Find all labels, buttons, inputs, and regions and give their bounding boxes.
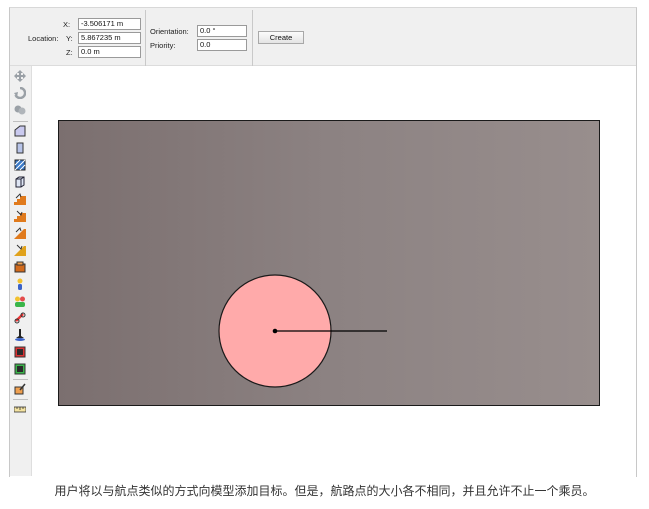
priority-label: Priority: bbox=[150, 41, 176, 50]
group-occupants-icon[interactable] bbox=[14, 295, 26, 307]
obstruction-icon[interactable] bbox=[14, 261, 26, 273]
figure-caption: 用户将以与航点类似的方式向模型添加目标。但是，航路点的大小各不相同，并且允许不止… bbox=[54, 484, 595, 498]
orientation-input[interactable]: 0.0 ° bbox=[197, 25, 247, 37]
x-label: X: bbox=[63, 20, 71, 29]
divider bbox=[145, 10, 146, 66]
door-icon[interactable] bbox=[14, 142, 26, 154]
exit-icon[interactable] bbox=[14, 346, 26, 358]
orientation-label: Orientation: bbox=[150, 27, 189, 36]
y-input[interactable]: 5.867235 m bbox=[78, 32, 141, 44]
tool-palette bbox=[10, 66, 32, 476]
occupant-icon[interactable] bbox=[14, 278, 26, 290]
divider bbox=[13, 121, 28, 122]
y-label: Y: bbox=[66, 34, 73, 43]
edit-icon[interactable] bbox=[14, 383, 26, 395]
location-label: Location: bbox=[28, 34, 59, 43]
divider bbox=[252, 10, 253, 66]
model-canvas[interactable] bbox=[58, 120, 600, 406]
rotate-icon[interactable] bbox=[14, 87, 26, 99]
box-icon[interactable] bbox=[14, 176, 26, 188]
group-icon[interactable] bbox=[14, 104, 26, 116]
window-icon[interactable] bbox=[14, 159, 26, 171]
entrance-icon[interactable] bbox=[14, 363, 26, 375]
priority-input[interactable]: 0.0 bbox=[197, 39, 247, 51]
z-label: Z: bbox=[66, 48, 73, 57]
x-input[interactable]: -3.506171 m bbox=[78, 18, 141, 30]
measure-icon[interactable] bbox=[14, 403, 26, 415]
escalator-down-icon[interactable] bbox=[14, 244, 26, 256]
properties-bar: X: -3.506171 m Location: Y: 5.867235 m Z… bbox=[10, 8, 636, 66]
target-center-point[interactable] bbox=[272, 328, 278, 334]
divider bbox=[13, 379, 28, 380]
wall-icon[interactable] bbox=[14, 125, 26, 137]
stair-up-icon[interactable] bbox=[14, 193, 26, 205]
link-icon[interactable] bbox=[14, 312, 26, 324]
z-input[interactable]: 0.0 m bbox=[78, 46, 141, 58]
escalator-up-icon[interactable] bbox=[14, 227, 26, 239]
target-overlay bbox=[218, 274, 387, 388]
move-icon[interactable] bbox=[14, 70, 26, 82]
stair-down-icon[interactable] bbox=[14, 210, 26, 222]
target-icon[interactable] bbox=[14, 329, 26, 341]
create-button[interactable]: Create bbox=[258, 31, 304, 44]
divider bbox=[13, 399, 28, 400]
